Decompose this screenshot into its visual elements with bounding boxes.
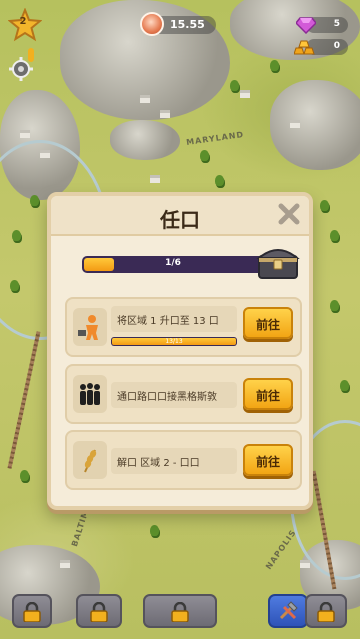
house [290, 120, 300, 128]
go-button[interactable]: 前往 [243, 444, 293, 476]
player-level: 2 [19, 16, 27, 27]
house [140, 95, 150, 103]
house [240, 90, 250, 98]
quest-description: 通口路口口接黑格斯敦 [117, 392, 217, 403]
dialog-header: 任口 [51, 196, 309, 236]
railway-track [7, 331, 41, 469]
coin-value: 15.55 [170, 18, 205, 31]
wheat-icon [84, 449, 97, 473]
house [160, 110, 170, 118]
quest-dialog: 任口 1/6 将区域 1 升口至 13 口 13/13 前往 通口路口口接黑格斯… [47, 192, 313, 510]
quest-description: 解口 区域 2 - 口口 [117, 458, 200, 469]
tree [10, 280, 19, 291]
map-label-annapolis: NAPOLIS [264, 527, 298, 572]
gem-value: 5 [333, 19, 340, 29]
quest-description: 将区域 1 升口至 13 口 [117, 316, 219, 327]
tree [330, 300, 339, 311]
go-button-label: 前往 [255, 318, 280, 332]
lock-icon [23, 602, 41, 622]
go-button-label: 前往 [255, 455, 280, 469]
quest-description-box: 解口 区域 2 - 口口 [111, 448, 237, 474]
quest-progress-bar: 1/6 [82, 256, 264, 273]
quest-item: 将区域 1 升口至 13 口 13/13 前往 [65, 297, 302, 357]
tree [215, 175, 224, 186]
dialog-title: 任口 [160, 208, 200, 232]
gold-value: 0 [333, 41, 340, 51]
mountain-rock [270, 80, 360, 170]
tree [20, 470, 29, 481]
quest-icon-box [73, 441, 107, 479]
tree [270, 60, 279, 71]
alert-icon [28, 48, 34, 62]
lock-icon [171, 602, 189, 622]
build-tools-button[interactable] [268, 594, 308, 628]
tree [30, 195, 39, 206]
gem-icon [296, 17, 316, 34]
quest-description-box: 通口路口口接黑格斯敦 [111, 382, 237, 408]
tree [230, 80, 239, 91]
house [20, 130, 30, 138]
quest-icon-box [73, 375, 107, 413]
close-icon[interactable] [277, 202, 301, 226]
house [60, 560, 70, 568]
go-button[interactable]: 前往 [243, 378, 293, 410]
tree [150, 525, 159, 536]
tree [200, 150, 209, 161]
reward-chest-icon[interactable] [256, 242, 300, 280]
mountain-rock [110, 120, 180, 160]
locked-slot-button[interactable] [143, 594, 217, 628]
worker-icon [78, 315, 98, 340]
people-icon [80, 383, 100, 405]
tree [340, 380, 349, 391]
quest-subprogress-bar: 13/13 [111, 337, 237, 346]
lock-icon [90, 602, 108, 622]
map-label-maryland: MARYLAND [185, 129, 245, 148]
go-button-label: 前往 [255, 389, 280, 403]
coin-icon [140, 12, 164, 36]
gold-bars-icon [294, 40, 315, 55]
house [150, 175, 160, 183]
go-button[interactable]: 前往 [243, 307, 293, 339]
quest-item: 解口 区域 2 - 口口 前往 [65, 430, 302, 490]
locked-slot-button[interactable] [76, 594, 122, 628]
locked-slot-button[interactable] [12, 594, 52, 628]
build-tools-icon [279, 601, 298, 620]
quest-item: 通口路口口接黑格斯敦 前往 [65, 364, 302, 424]
quest-progress-text: 1/6 [165, 258, 181, 268]
quest-description-box: 将区域 1 升口至 13 口 [111, 306, 237, 332]
tree [330, 230, 339, 241]
quest-subprogress-text: 13/13 [165, 338, 183, 345]
locked-slot-button[interactable] [305, 594, 347, 628]
tree [320, 200, 329, 211]
tree [12, 230, 21, 241]
house [300, 560, 310, 568]
quest-icon-box [73, 308, 107, 346]
house [40, 150, 50, 158]
lock-icon [317, 602, 335, 622]
